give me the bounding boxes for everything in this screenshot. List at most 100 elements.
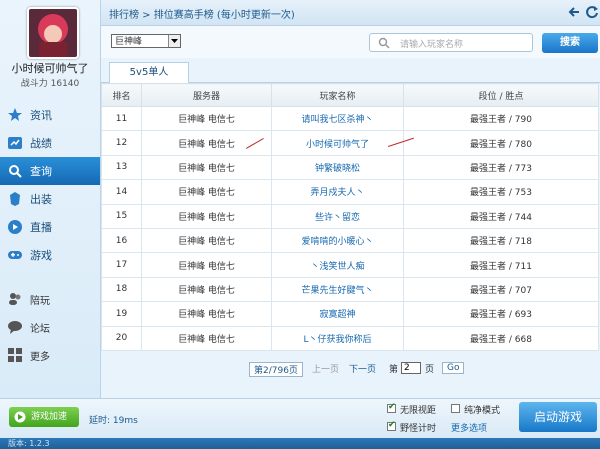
chart-icon	[8, 137, 22, 149]
nav-label: 查询	[30, 165, 52, 178]
refresh-icon[interactable]	[585, 5, 599, 19]
rank-cell: 14	[101, 179, 142, 205]
server-cell: 巨神峰 电信七	[141, 154, 272, 181]
username: 小时候可帅气了	[11, 62, 89, 75]
sidebar: 小时候可帅气了 战斗力 16140 资讯 战绩 查询 出装 直播 游戏 陪玩 论…	[0, 0, 101, 398]
nav-label: 直播	[30, 221, 52, 234]
checkbox-checked-icon	[387, 402, 396, 413]
table-row: 18 巨神峰 电信七 芒果先生好腱气丶 最强王者 / 707	[101, 276, 599, 303]
rank-cell: 20	[101, 325, 142, 351]
goto-prefix: 第	[389, 365, 399, 375]
tier-cell: 最强王者 / 707	[403, 276, 599, 303]
nav-item-build[interactable]: 出装	[0, 185, 100, 213]
tier-cell: 最强王者 / 773	[403, 154, 599, 181]
rank-cell: 16	[101, 227, 142, 254]
game-accelerate-button[interactable]: 游戏加速	[9, 407, 79, 427]
header-server: 服务器	[141, 83, 272, 107]
top-bar: 排行榜 > 排位赛高手榜 (每小时更新一次)	[101, 0, 600, 26]
search-input[interactable]: 请输入玩家名称	[369, 33, 533, 52]
table-row: 16 巨神峰 电信七 爱啃啃的小暖心丶 最强王者 / 718	[101, 227, 599, 254]
server-cell: 巨神峰 电信七	[141, 252, 272, 278]
nav-item-query[interactable]: 查询	[0, 157, 100, 185]
back-icon[interactable]	[567, 5, 581, 19]
player-name-link[interactable]: 钟繁破晓松	[271, 154, 404, 181]
search-button[interactable]: 搜索	[542, 33, 598, 53]
search-icon	[378, 37, 390, 49]
avatar[interactable]	[27, 7, 79, 59]
rank-cell: 17	[101, 252, 142, 278]
header-rank: 排名	[101, 83, 142, 107]
tier-cell: 最强王者 / 693	[403, 301, 599, 327]
filter-bar: 巨神峰 请输入玩家名称 搜索	[101, 26, 600, 58]
server-cell: 巨神峰 电信七	[141, 203, 272, 229]
prev-page-link[interactable]: 上一页	[312, 362, 339, 375]
gamepad-icon	[8, 251, 22, 259]
nav-item-live[interactable]: 直播	[0, 213, 100, 241]
footer-bar: 游戏加速 延时: 19ms 无限视距 纯净模式 野怪计时 更多选项	[0, 398, 600, 439]
combat-power: 战斗力 16140	[20, 79, 80, 89]
header-player: 玩家名称	[271, 83, 404, 107]
player-name-link[interactable]: 爱啃啃的小暖心丶	[271, 227, 404, 254]
checkbox-unchecked-icon	[451, 404, 460, 413]
next-page-link[interactable]: 下一页	[349, 362, 376, 375]
main-nav: 资讯 战绩 查询 出装 直播 游戏	[0, 101, 100, 269]
header-tier: 段位 / 胜点	[403, 83, 599, 107]
player-name-link[interactable]: 寂寞超神	[271, 301, 404, 327]
player-name-link[interactable]: 小时候可帅气了	[271, 130, 404, 156]
rank-cell: 18	[101, 276, 142, 303]
people-icon	[9, 293, 21, 305]
table-row: 12 巨神峰 电信七 小时候可帅气了 最强王者 / 780	[101, 130, 599, 156]
table-row: 14 巨神峰 电信七 弄月戍夫人丶 最强王者 / 753	[101, 179, 599, 205]
option-label: 野怪计时	[400, 424, 437, 434]
tier-cell: 最强王者 / 718	[403, 227, 599, 254]
nav-label: 陪玩	[30, 295, 50, 307]
nav-item-games[interactable]: 游戏	[0, 241, 100, 269]
server-cell: 巨神峰 电信七	[141, 227, 272, 254]
table-row: 19 巨神峰 电信七 寂寞超神 最强王者 / 693	[101, 301, 599, 327]
chevron-down-icon	[168, 35, 180, 47]
tier-cell: 最强王者 / 753	[403, 179, 599, 205]
table-row: 15 巨神峰 电信七 些许丶留恋 最强王者 / 744	[101, 203, 599, 229]
option-label: 无限视距	[400, 406, 437, 416]
page-number-input[interactable]: 2	[401, 362, 421, 374]
search-placeholder: 请输入玩家名称	[400, 40, 464, 50]
player-name-link[interactable]: 弄月戍夫人丶	[271, 179, 404, 205]
nav-label: 论坛	[30, 323, 50, 335]
nav-label: 资讯	[30, 109, 52, 122]
launch-game-button[interactable]: 启动游戏	[519, 402, 597, 432]
player-name-link[interactable]: L丶仔获我你称后	[271, 325, 404, 351]
player-name-link[interactable]: 请叫我七区杀神丶	[271, 105, 404, 132]
rank-cell: 11	[101, 105, 142, 132]
go-button[interactable]: Go	[442, 362, 465, 374]
status-bar: 版本: 1.2.3	[0, 438, 600, 449]
table-header-row: 排名 服务器 玩家名称 段位 / 胜点	[101, 83, 599, 107]
breadcrumb: 排行榜 > 排位赛高手榜 (每小时更新一次)	[109, 10, 295, 21]
page-summary: 第2/796页	[249, 362, 303, 377]
nav-item-forum[interactable]: 论坛	[0, 313, 100, 341]
tier-cell: 最强王者 / 711	[403, 252, 599, 278]
avatar-image	[29, 9, 77, 57]
play-icon	[8, 220, 22, 234]
rocket-icon	[14, 411, 26, 423]
nav-label: 游戏	[30, 249, 52, 262]
armor-icon	[10, 192, 20, 206]
table-row: 20 巨神峰 电信七 L丶仔获我你称后 最强王者 / 668	[101, 325, 599, 351]
mode-tabs: 5v5单人	[101, 62, 600, 84]
player-name-link[interactable]: 些许丶留恋	[271, 203, 404, 229]
rank-cell: 13	[101, 154, 142, 181]
nav-item-news[interactable]: 资讯	[0, 101, 100, 129]
server-select[interactable]: 巨神峰	[111, 34, 181, 48]
table-row: 11 巨神峰 电信七 请叫我七区杀神丶 最强王者 / 790	[101, 105, 599, 132]
ranking-table: 排名 服务器 玩家名称 段位 / 胜点 11 巨神峰 电信七 请叫我七区杀神丶 最强王…	[101, 83, 599, 351]
player-name-link[interactable]: 芒果先生好腱气丶	[271, 276, 404, 303]
player-name-link[interactable]: 丶浅笑世人痴	[271, 252, 404, 278]
nav-item-record[interactable]: 战绩	[0, 129, 100, 157]
more-options-link[interactable]: 更多选项	[451, 421, 487, 434]
tab-5v5-solo[interactable]: 5v5单人	[109, 62, 189, 84]
table-row: 17 巨神峰 电信七 丶浅笑世人痴 最强王者 / 711	[101, 252, 599, 278]
nav-item-companion[interactable]: 陪玩	[0, 285, 100, 313]
nav-item-more[interactable]: 更多	[0, 341, 100, 369]
pagination: 第2/796页 上一页 下一页 第 2 页 Go	[101, 360, 598, 377]
rank-cell: 12	[101, 130, 142, 156]
nav-label: 战绩	[30, 137, 52, 150]
